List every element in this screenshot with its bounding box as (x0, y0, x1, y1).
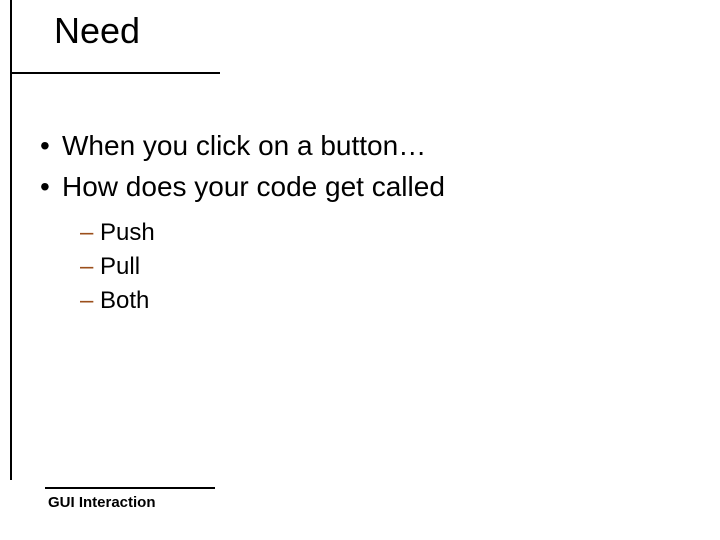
footer-text: GUI Interaction (48, 494, 156, 511)
footer-rule (45, 487, 215, 489)
bullet-item: •How does your code get called (40, 169, 680, 204)
bullet-text: How does your code get called (62, 171, 445, 202)
title-underline (10, 72, 220, 74)
slide: Need •When you click on a button… •How d… (0, 0, 720, 540)
dash-marker-icon: – (80, 287, 100, 314)
slide-title: Need (54, 10, 140, 52)
sub-list: – Push – Pull – Both (80, 218, 680, 316)
sub-item: – Pull (80, 252, 680, 282)
sub-item: – Push (80, 218, 680, 248)
bullet-marker-icon: • (40, 128, 62, 163)
bullet-marker-icon: • (40, 169, 62, 204)
sub-text: Pull (100, 253, 140, 280)
bullet-text: When you click on a button… (62, 130, 426, 161)
body-content: •When you click on a button… •How does y… (40, 128, 680, 320)
dash-marker-icon: – (80, 219, 100, 246)
sub-item: – Both (80, 286, 680, 316)
sub-text: Push (100, 219, 155, 246)
sub-text: Both (100, 287, 149, 314)
bullet-item: •When you click on a button… (40, 128, 680, 163)
dash-marker-icon: – (80, 253, 100, 280)
